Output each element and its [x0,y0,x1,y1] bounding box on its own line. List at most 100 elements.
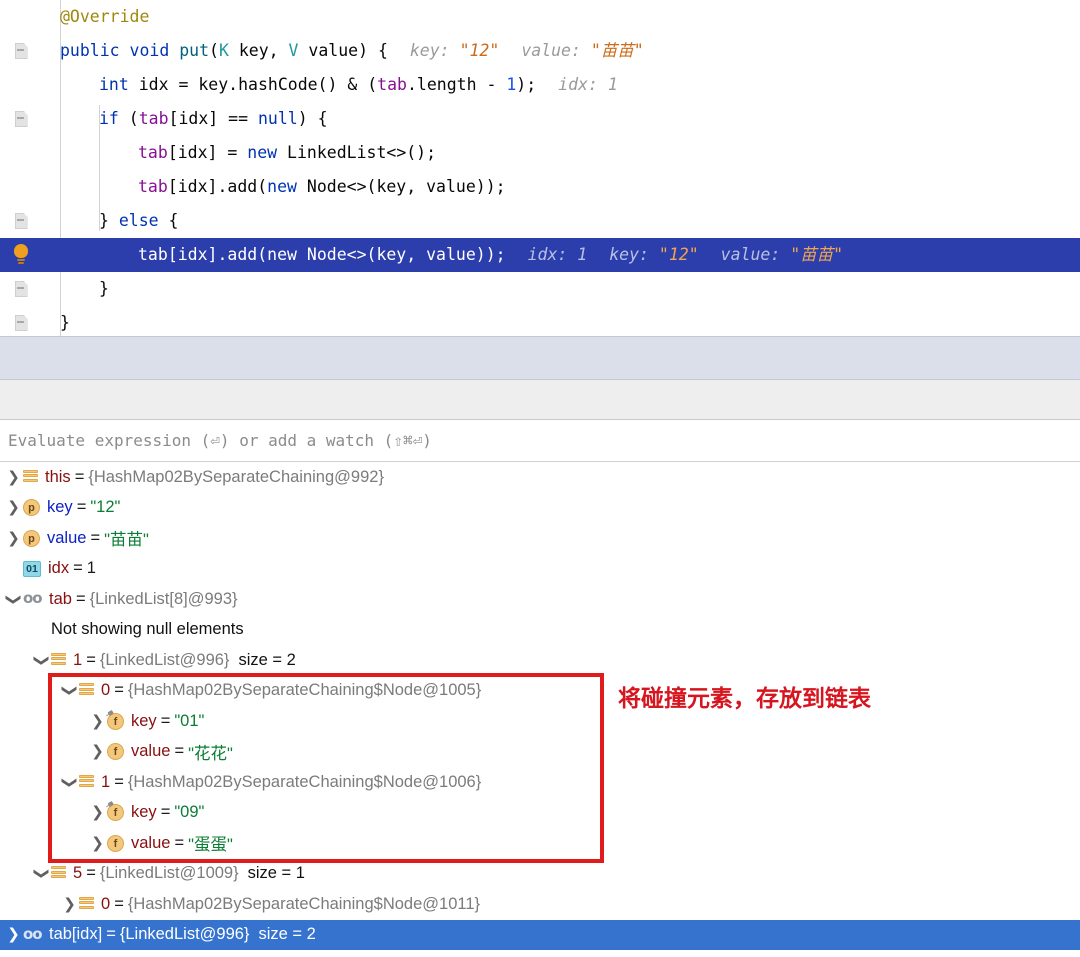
primitive-icon: 01 [23,560,41,577]
equals-sign: = [74,467,85,486]
variables-row[interactable]: ❯ oo tab = {LinkedList[8]@993} [0,584,1080,615]
code-line[interactable]: tab[idx].add(new Node<>(key, value)); idx… [0,238,1080,272]
chevron-down-icon[interactable]: ❯ [33,864,51,883]
fold-icon[interactable] [15,315,28,331]
equals-sign: = [174,742,185,761]
code-line-text: if (tab[idx] == null) { [0,102,328,136]
variable-size-label: size = 2 [258,925,316,944]
code-token: } [60,313,70,332]
variable-name: value [47,528,87,547]
parameter-icon: p [23,499,40,517]
code-line-text: int idx = key.hashCode() & (tab.length -… [0,68,618,102]
variables-note: Not showing null elements [51,620,244,639]
variables-row[interactable]: ❯ f value = "蛋蛋" [0,828,1080,859]
code-line-text: tab[idx] = new LinkedList<>(); [0,136,436,170]
variable-name: this [45,467,71,486]
equals-sign: = [106,925,116,944]
code-editor[interactable]: @Override public void put(K key, V value)… [0,0,1080,336]
code-line[interactable]: } else { [0,204,1080,238]
object-stack-icon [79,683,94,698]
chevron-right-icon[interactable]: ❯ [4,530,23,546]
chevron-right-icon[interactable]: ❯ [4,500,23,515]
chevron-right-icon[interactable]: ❯ [88,805,107,820]
code-line-text: tab[idx].add(new Node<>(key, value)); [0,170,506,204]
variables-row[interactable]: ❯ 1 = {HashMap02BySeparateChaining$Node@100… [0,767,1080,798]
code-token: Node<>(key, value)); [296,177,506,196]
equals-sign: = [86,650,96,669]
chevron-right-icon[interactable]: ❯ [4,469,23,485]
variables-row-list: ❯ this = {HashMap02BySeparateChaining@992} ❯… [0,462,1080,950]
variables-row[interactable]: ❯ f value = "花花" [0,737,1080,768]
chevron-right-icon[interactable]: ❯ [60,896,79,912]
code-line[interactable]: public void put(K key, V value) {key: "1… [0,34,1080,68]
variables-row[interactable]: ❯ 5 = {LinkedList@1009} size = 1 [0,859,1080,890]
fold-icon[interactable] [15,281,28,297]
array-icon: oo [23,924,43,943]
code-token: put [179,41,210,60]
code-line[interactable]: tab[idx].add(new Node<>(key, value)); [0,170,1080,204]
variables-row[interactable]: ❯ 1 = {LinkedList@996} size = 2 [0,645,1080,676]
variables-row[interactable]: ❯ f key = "09" [0,798,1080,829]
variables-row[interactable]: ❯ 0 = {HashMap02BySeparateChaining$Node@100… [0,676,1080,707]
variables-row[interactable]: ❯ p key = "12" [0,493,1080,524]
intention-bulb-gutter[interactable] [0,238,42,272]
code-line[interactable]: int idx = key.hashCode() & (tab.length -… [0,68,1080,102]
chevron-down-icon[interactable]: ❯ [61,773,79,792]
gutter-empty [0,0,42,34]
equals-sign: = [76,498,87,517]
fold-icon[interactable] [15,111,28,127]
variables-row[interactable]: ❯ f key = "01" [0,706,1080,737]
variable-name: key [47,498,73,517]
code-token: V [288,41,299,60]
variables-row[interactable]: ❯ oo tab[idx] = {LinkedList@996} size = 2 [0,919,1080,950]
code-token: } [99,211,119,230]
code-token: if [99,109,119,128]
fold-icon[interactable] [15,43,28,59]
fold-icon[interactable] [15,213,28,229]
code-line-text: tab[idx].add(new Node<>(key, value)); idx… [0,238,843,272]
chevron-down-icon[interactable]: ❯ [5,590,23,609]
chevron-right-icon[interactable]: ❯ [4,927,23,942]
code-line[interactable]: tab[idx] = new LinkedList<>(); [0,136,1080,170]
chevron-down-icon[interactable]: ❯ [61,681,79,700]
chevron-right-icon[interactable]: ❯ [88,835,107,851]
variables-row[interactable]: ❯ 0 = {HashMap02BySeparateChaining$Node@101… [0,889,1080,920]
variable-name: key [131,711,157,730]
code-token: Node<>(key, value)); [296,245,506,264]
code-token: new [247,143,278,162]
code-token: value: [521,41,581,60]
chevron-right-icon[interactable]: ❯ [88,713,107,729]
code-line[interactable]: } [0,272,1080,306]
evaluate-expression-bar[interactable]: Evaluate expression (⏎) or add a watch (… [0,420,1080,462]
code-token: [idx].add( [167,245,268,264]
code-token: value) { [298,41,388,60]
variables-row[interactable]: ❯ p value = "苗苗" [0,523,1080,554]
lightbulb-icon[interactable] [11,244,31,266]
object-stack-icon [79,774,94,790]
variable-name: tab [49,589,72,608]
variables-row[interactable]: 01 idx = 1 [0,554,1080,585]
code-line[interactable]: } [0,306,1080,340]
annotation-label: 将碰撞元素，存放到链表 [618,685,871,712]
code-line[interactable]: @Override [0,0,1080,34]
chevron-right-icon[interactable]: ❯ [88,744,107,759]
code-token: "12" [459,41,500,60]
code-token: tab [138,177,168,196]
code-fold-icon [0,272,42,306]
code-fold-icon [0,102,42,136]
code-line[interactable]: if (tab[idx] == null) { [0,102,1080,136]
variable-string-value: "09" [174,803,205,822]
variables-row[interactable]: ❯ this = {HashMap02BySeparateChaining@992} [0,462,1080,493]
code-token: 1 [577,245,588,264]
variable-name: 1 [73,650,83,669]
code-token: new [267,245,297,264]
code-token: else [118,211,159,230]
code-token: [idx].add( [167,177,268,196]
object-stack-icon [51,866,66,881]
equals-sign: = [86,864,96,883]
variables-tree[interactable]: ❯ this = {HashMap02BySeparateChaining@992} ❯… [0,462,1080,950]
variables-row[interactable]: Not showing null elements [0,615,1080,646]
chevron-down-icon[interactable]: ❯ [33,651,51,670]
array-icon: oo [23,589,43,608]
